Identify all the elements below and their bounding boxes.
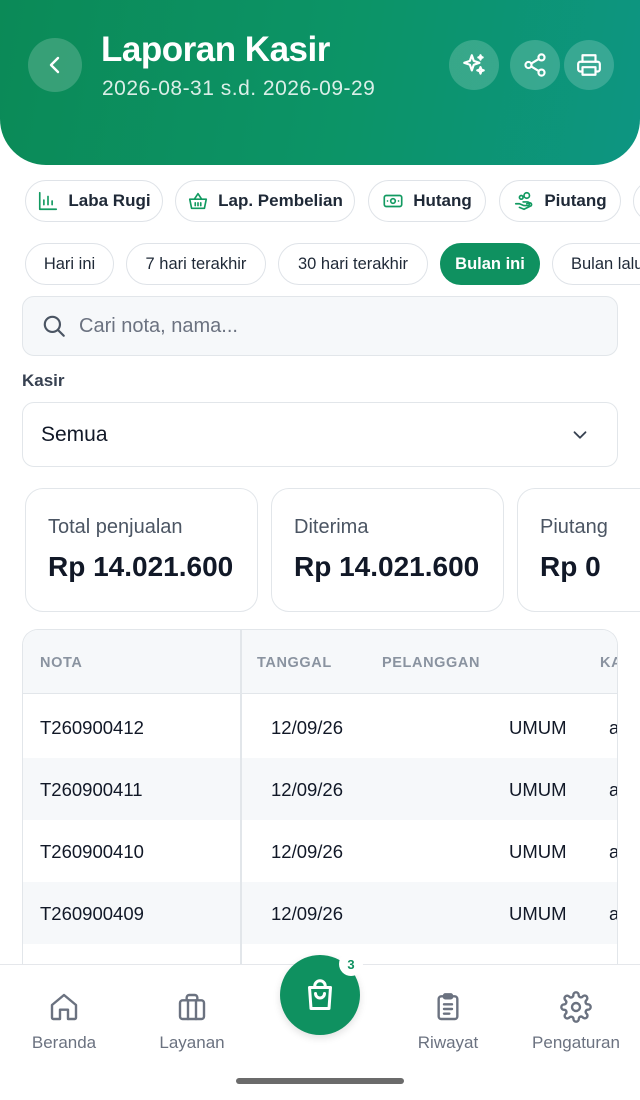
print-button[interactable]: [564, 40, 614, 90]
bar-chart-icon: [39, 191, 58, 211]
gear-icon: [560, 991, 592, 1023]
period-30-hari[interactable]: 30 hari terakhir: [278, 243, 428, 285]
page-title: Laporan Kasir: [101, 30, 330, 69]
kasir-label: Kasir: [22, 371, 65, 390]
basket-icon: [189, 192, 208, 210]
ai-insight-button[interactable]: [449, 40, 499, 90]
period-bulan-lalu[interactable]: Bulan lalu: [552, 243, 640, 285]
back-button[interactable]: [28, 38, 82, 92]
nav-layanan[interactable]: Layanan: [128, 965, 256, 1065]
table-header: NOTA TANGGAL PELANGGAN KA: [23, 630, 617, 694]
share-icon: [524, 53, 546, 77]
chip-lap-pembelian[interactable]: Lap. Pembelian: [175, 180, 355, 222]
home-indicator[interactable]: [236, 1078, 404, 1084]
card-diterima: Diterima Rp 14.021.600: [271, 488, 504, 612]
nav-pengaturan[interactable]: Pengaturan: [512, 965, 640, 1065]
col-pelanggan[interactable]: PELANGGAN: [382, 655, 480, 671]
chip-piutang[interactable]: Piutang: [499, 180, 621, 222]
kasir-selected-value: Semua: [41, 422, 108, 446]
table-row[interactable]: T260900410 12/09/26 UMUM a: [23, 820, 617, 882]
summary-cards: Total penjualan Rp 14.021.600 Diterima R…: [0, 488, 640, 613]
period-chips: Hari ini 7 hari terakhir 30 hari terakhi…: [0, 243, 640, 287]
chip-hutang[interactable]: Hutang: [368, 180, 486, 222]
col-tanggal[interactable]: TANGGAL: [257, 655, 332, 671]
printer-icon: [577, 54, 601, 76]
search-input[interactable]: [79, 314, 579, 338]
transactions-table: NOTA TANGGAL PELANGGAN KA T260900412 12/…: [22, 629, 618, 969]
card-piutang: Piutang Rp 0: [517, 488, 640, 612]
chip-more[interactable]: [633, 180, 640, 222]
report-type-chips: Laba Rugi Lap. Pembelian Hutang Piutang: [0, 180, 640, 224]
banknote-icon: [383, 194, 403, 208]
nav-beranda[interactable]: Beranda: [0, 965, 128, 1065]
table-row[interactable]: T260900412 12/09/26 UMUM a: [23, 696, 617, 758]
date-range: 2026-08-31 s.d. 2026-09-29: [102, 77, 376, 100]
table-row[interactable]: T260900411 12/09/26 UMUM a: [23, 758, 617, 820]
search-icon: [43, 315, 65, 337]
period-7-hari[interactable]: 7 hari terakhir: [126, 243, 266, 285]
cart-badge: 3: [339, 952, 363, 976]
home-icon: [50, 993, 78, 1021]
chevron-left-icon: [49, 56, 60, 74]
period-bulan-ini[interactable]: Bulan ini: [440, 243, 540, 285]
chip-laba-rugi[interactable]: Laba Rugi: [25, 180, 163, 222]
card-total-penjualan: Total penjualan Rp 14.021.600: [25, 488, 258, 612]
clipboard-list-icon: [437, 993, 459, 1021]
nav-riwayat[interactable]: Riwayat: [384, 965, 512, 1065]
col-kasir[interactable]: KA: [600, 655, 617, 671]
col-nota[interactable]: NOTA: [40, 655, 82, 671]
table-row[interactable]: T260900409 12/09/26 UMUM a: [23, 882, 617, 944]
shopping-bag-icon: [308, 979, 332, 1010]
share-button[interactable]: [510, 40, 560, 90]
app-header: Laporan Kasir 2026-08-31 s.d. 2026-09-29: [0, 0, 640, 165]
hand-coins-icon: [515, 191, 533, 211]
sparkle-icon: [463, 54, 485, 75]
period-hari-ini[interactable]: Hari ini: [25, 243, 114, 285]
chevron-down-icon: [573, 430, 587, 439]
briefcase-icon: [178, 993, 206, 1021]
kasir-select[interactable]: Semua: [22, 402, 618, 467]
column-divider: [240, 630, 242, 969]
search-box: [22, 296, 618, 356]
